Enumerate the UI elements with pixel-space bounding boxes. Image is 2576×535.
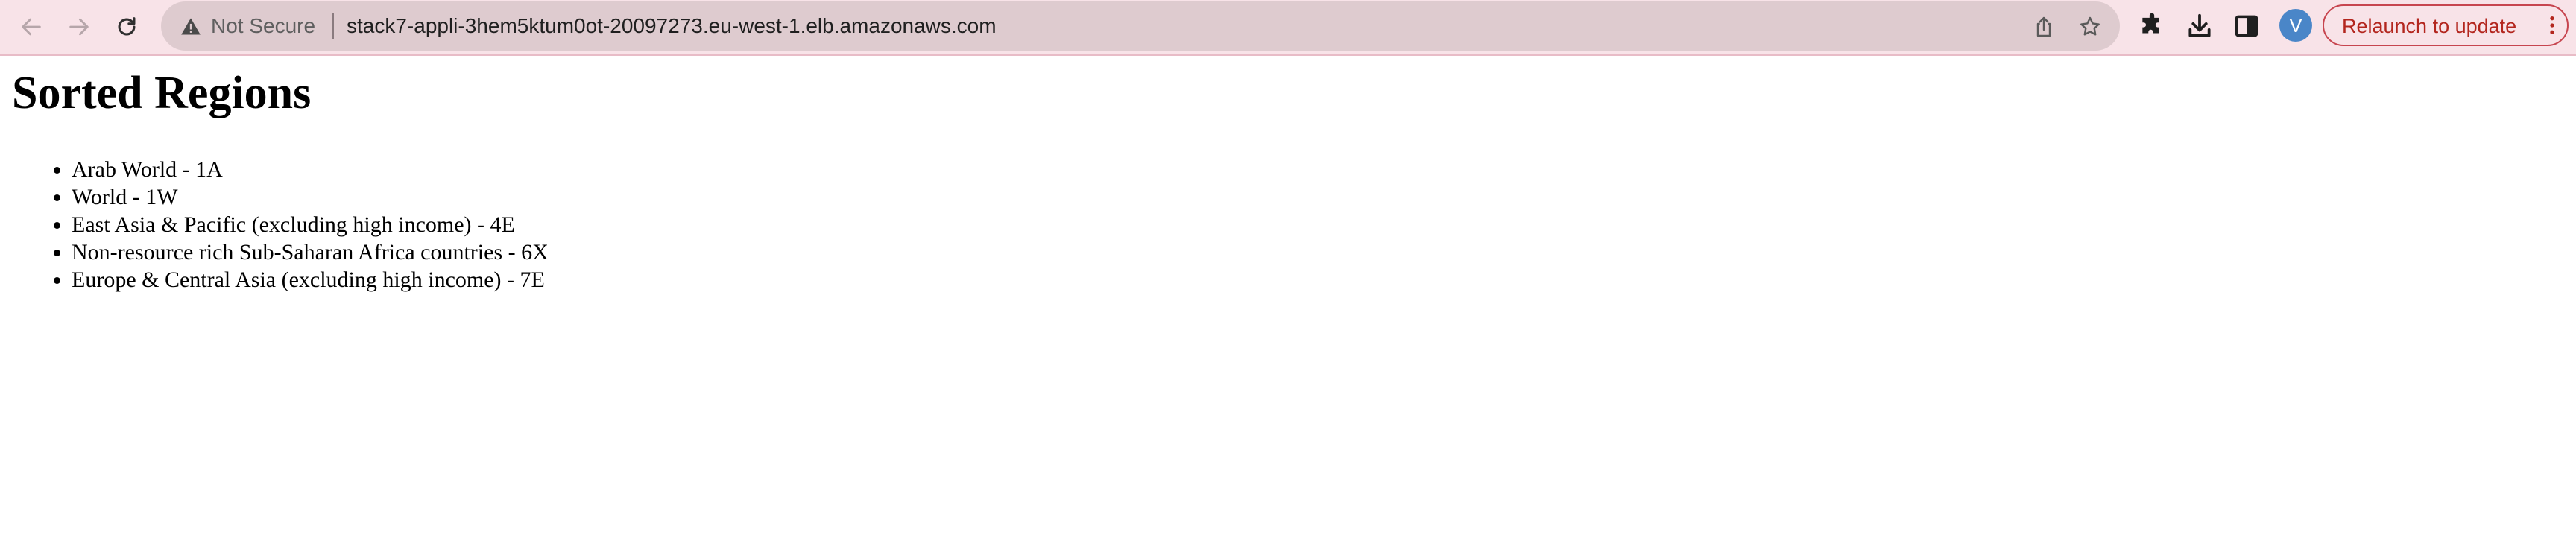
share-icon[interactable] (2032, 15, 2056, 39)
warning-icon[interactable] (180, 16, 201, 37)
forward-button[interactable] (63, 10, 95, 43)
address-bar[interactable]: Not Secure stack7-appli-3hem5ktum0ot-200… (161, 1, 2120, 51)
back-arrow-icon (22, 18, 41, 36)
region-item: Non-resource rich Sub-Saharan Africa cou… (72, 238, 549, 266)
reload-button[interactable] (110, 10, 143, 43)
kebab-menu-icon[interactable] (2545, 13, 2560, 37)
region-item: Arab World - 1A (72, 156, 549, 183)
star-icon[interactable] (2078, 15, 2102, 39)
omnibox-divider (332, 13, 334, 39)
side-panel-icon[interactable] (2232, 12, 2261, 40)
profile-avatar[interactable]: V (2279, 9, 2312, 42)
extensions-icon[interactable] (2138, 12, 2166, 40)
page-content: Sorted Regions Arab World - 1A World - 1… (0, 57, 2576, 535)
reload-icon (118, 17, 136, 36)
region-item: World - 1W (72, 183, 549, 211)
back-button[interactable] (15, 10, 48, 43)
security-status-label[interactable]: Not Secure (211, 14, 315, 38)
relaunch-button[interactable]: Relaunch to update (2323, 4, 2569, 46)
region-item: Europe & Central Asia (excluding high in… (72, 266, 549, 294)
download-icon[interactable] (2185, 12, 2214, 40)
url-text[interactable]: stack7-appli-3hem5ktum0ot-20097273.eu-we… (347, 14, 997, 38)
region-item: East Asia & Pacific (excluding high inco… (72, 211, 549, 238)
regions-list: Arab World - 1A World - 1W East Asia & P… (0, 156, 549, 294)
forward-arrow-icon (69, 18, 89, 36)
relaunch-label: Relaunch to update (2342, 15, 2517, 37)
browser-toolbar: Not Secure stack7-appli-3hem5ktum0ot-200… (0, 0, 2576, 56)
page-title: Sorted Regions (12, 68, 312, 118)
